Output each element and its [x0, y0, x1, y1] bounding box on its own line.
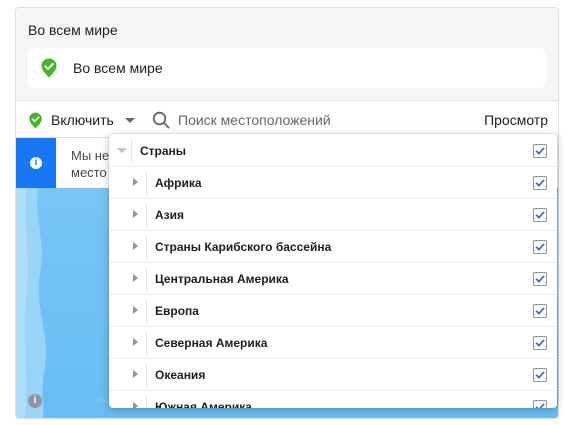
region-label: Океания — [155, 368, 206, 382]
map-info-icon[interactable]: i — [28, 394, 42, 408]
expand-triangle-icon[interactable] — [133, 178, 138, 186]
panel-header: Во всем мире Во всем мире — [16, 8, 558, 100]
region-checkbox[interactable] — [533, 208, 547, 222]
expand-triangle-icon[interactable] — [133, 274, 138, 282]
region-checkbox[interactable] — [533, 400, 547, 408]
region-row[interactable]: Европа — [109, 294, 557, 326]
selected-location-pill[interactable]: Во всем мире — [28, 48, 546, 88]
checkmark-icon — [535, 403, 545, 408]
include-label: Включить — [51, 112, 114, 128]
row-divider — [146, 331, 147, 355]
row-divider — [146, 203, 147, 227]
region-row[interactable]: Страны Карибского бассейна — [109, 230, 557, 262]
checkmark-icon — [535, 211, 545, 219]
green-check-shield-icon — [28, 112, 43, 134]
expand-triangle-icon[interactable] — [133, 242, 138, 250]
panel-title: Во всем мире — [28, 22, 118, 38]
collapse-triangle-icon[interactable] — [117, 148, 127, 153]
region-checkbox[interactable] — [533, 368, 547, 382]
row-divider — [131, 138, 132, 162]
region-row[interactable]: Центральная Америка — [109, 262, 557, 294]
region-row[interactable]: Океания — [109, 358, 557, 390]
dropdown-root-row[interactable]: Страны — [109, 134, 557, 166]
row-divider — [146, 395, 147, 408]
checkmark-icon — [535, 275, 545, 283]
region-label: Азия — [155, 208, 185, 222]
checkmark-icon — [535, 179, 545, 187]
row-divider — [146, 171, 147, 195]
region-label: Европа — [155, 304, 199, 318]
region-row[interactable]: Азия — [109, 198, 557, 230]
info-icon: i — [30, 157, 42, 169]
region-label: Страны Карибского бассейна — [155, 240, 332, 254]
root-checkbox[interactable] — [533, 144, 547, 158]
region-checkbox[interactable] — [533, 304, 547, 318]
region-row[interactable]: Северная Америка — [109, 326, 557, 358]
expand-triangle-icon[interactable] — [133, 402, 138, 408]
region-label: Южная Америка — [155, 400, 252, 408]
root-label: Страны — [140, 144, 187, 158]
region-checkbox[interactable] — [533, 272, 547, 286]
region-row[interactable]: Африка — [109, 166, 557, 198]
expand-triangle-icon[interactable] — [133, 370, 138, 378]
row-divider — [146, 235, 147, 259]
region-checkbox[interactable] — [533, 336, 547, 350]
browse-button[interactable]: Просмотр — [484, 112, 548, 128]
region-label: Африка — [155, 176, 202, 190]
checkmark-icon — [535, 339, 545, 347]
location-toolbar: Включить Просмотр — [16, 100, 558, 138]
region-checkbox[interactable] — [533, 240, 547, 254]
region-label: Северная Америка — [155, 336, 268, 350]
search-icon — [152, 111, 170, 134]
row-divider — [146, 363, 147, 387]
location-search-input[interactable] — [178, 109, 458, 131]
region-label: Центральная Америка — [155, 272, 289, 286]
checkmark-icon — [535, 371, 545, 379]
info-banner-icon-block: i — [16, 138, 56, 188]
expand-triangle-icon[interactable] — [133, 306, 138, 314]
row-divider — [146, 267, 147, 291]
green-check-shield-icon — [40, 58, 58, 83]
expand-triangle-icon[interactable] — [133, 210, 138, 218]
checkmark-icon — [535, 307, 545, 315]
region-list: Африка Азия Страны Карибского бассейна Цент… — [109, 166, 557, 408]
browse-locations-dropdown: Страны Африка Азия Страны Карибского бассе… — [109, 134, 557, 408]
region-row[interactable]: Южная Америка — [109, 390, 557, 408]
checkmark-icon — [535, 243, 545, 251]
checkmark-icon — [535, 147, 545, 155]
region-checkbox[interactable] — [533, 176, 547, 190]
row-divider — [146, 299, 147, 323]
selected-location-label: Во всем мире — [73, 60, 163, 76]
chevron-down-icon — [125, 118, 135, 123]
expand-triangle-icon[interactable] — [133, 338, 138, 346]
